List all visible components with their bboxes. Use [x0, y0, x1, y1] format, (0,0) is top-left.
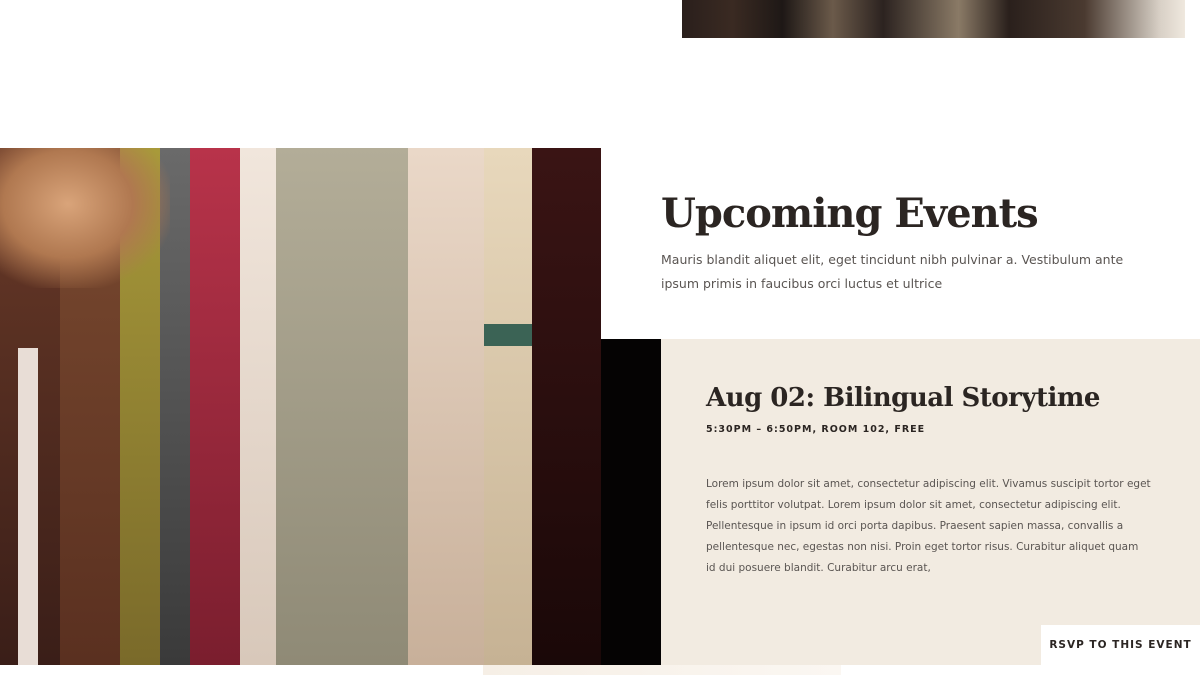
upcoming-events-heading: Upcoming Events — [661, 190, 1039, 237]
upcoming-events-intro: Mauris blandit aliquet elit, eget tincid… — [661, 252, 1124, 291]
event-card: Aug 02: Bilingual Storytime 5:30PM – 6:5… — [661, 339, 1200, 665]
bottom-edge-strip — [483, 665, 841, 675]
bookshelf-top-image — [682, 0, 1185, 38]
event-time-location: 5:30PM – 6:50PM, ROOM 102, FREE — [706, 424, 926, 435]
event-title: Aug 02: Bilingual Storytime — [706, 383, 1100, 413]
rsvp-button[interactable]: RSVP TO THIS EVENT — [1041, 625, 1200, 665]
dark-accent-block — [601, 339, 661, 665]
event-description: Lorem ipsum dolor sit amet, consectetur … — [706, 478, 1151, 574]
bookshelf-image — [0, 148, 601, 665]
